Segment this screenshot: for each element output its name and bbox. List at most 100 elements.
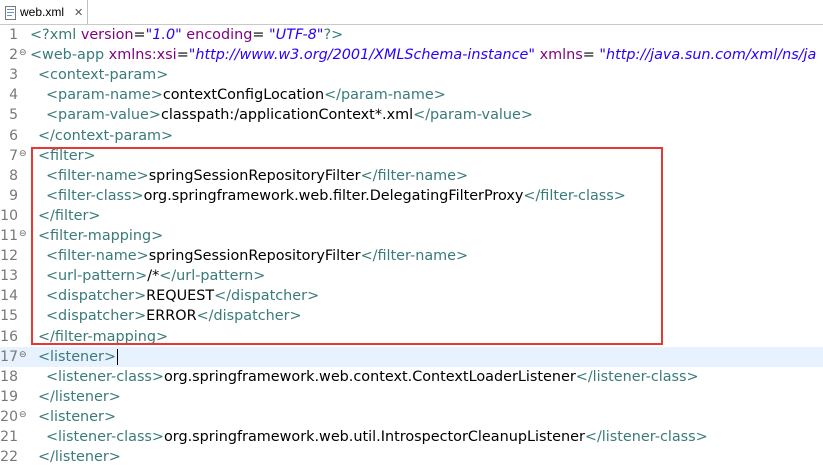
- code-line[interactable]: 5 <param-value>classpath:/applicationCont…: [0, 105, 823, 125]
- code-line[interactable]: 21 <listener-class>org.springframework.we…: [0, 427, 823, 447]
- xml-attribute-value: "http://www.w3.org/2001/XMLSchema-instan…: [188, 47, 540, 64]
- code-text: <filter-name>springSessionRepositoryFilt…: [46, 166, 468, 186]
- xml-attribute-value: "http://java.sun.com/xml/ns/ja: [594, 47, 817, 64]
- xml-attribute: encoding: [186, 27, 253, 43]
- line-number: 2: [9, 47, 18, 64]
- line-number: 16: [0, 328, 18, 345]
- xml-tag: <listener-class>: [46, 429, 164, 445]
- code-line[interactable]: 20 ⊖ <listener>: [0, 407, 823, 427]
- xml-tag: </param-value>: [413, 107, 533, 124]
- code-line[interactable]: 13 <url-pattern>/*</url-pattern>: [0, 266, 823, 286]
- xml-attribute: xmlns:xsi: [108, 47, 177, 64]
- xml-tag: <listener-class>: [46, 368, 164, 385]
- tab-label: web.xml: [20, 5, 65, 19]
- xml-text: REQUEST: [146, 288, 215, 305]
- xml-tag: </listener>: [38, 388, 121, 405]
- code-text: </listener>: [38, 387, 121, 407]
- line-number: 3: [9, 67, 18, 84]
- xml-tag: </listener>: [38, 449, 121, 466]
- code-text: </filter-mapping>: [38, 327, 168, 347]
- code-line[interactable]: 12 <filter-name>springSessionRepositoryFi…: [0, 246, 823, 266]
- line-number: 13: [0, 268, 18, 285]
- line-number: 15: [0, 308, 18, 325]
- xml-tag: <url-pattern>: [46, 268, 148, 285]
- fold-toggle-icon[interactable]: ⊖: [19, 229, 27, 239]
- code-line[interactable]: 10 </filter>: [0, 206, 823, 226]
- code-line[interactable]: 1 <?xml version="1.0" encoding= "UTF-8"?>: [0, 25, 823, 45]
- xml-tag: <param-name>: [46, 87, 163, 104]
- line-number: 9: [9, 187, 18, 204]
- xml-tag: <web-app: [30, 47, 109, 64]
- xml-tag: </filter>: [38, 207, 101, 224]
- code-line[interactable]: 3 <context-param>: [0, 65, 823, 85]
- xml-tag: <dispatcher>: [46, 288, 147, 305]
- code-text: <filter-class>org.springframework.web.fi…: [46, 186, 626, 206]
- xml-text: =: [582, 47, 595, 64]
- code-line[interactable]: 14 <dispatcher>REQUEST</dispatcher>: [0, 286, 823, 306]
- xml-tag: </url-pattern>: [159, 268, 266, 285]
- fold-toggle-icon[interactable]: ⊖: [19, 48, 27, 58]
- code-text: <url-pattern>/*</url-pattern>: [46, 266, 265, 286]
- line-number: 7: [9, 147, 18, 164]
- tab-web-xml[interactable]: web.xml ✕: [0, 0, 88, 24]
- xml-text: ERROR: [146, 308, 197, 325]
- code-line[interactable]: 22 </listener>: [0, 447, 823, 467]
- xml-tag: </dispatcher>: [214, 288, 320, 305]
- line-number: 1: [9, 27, 18, 43]
- code-text: <?xml version="1.0" encoding= "UTF-8"?>: [30, 25, 343, 45]
- code-line[interactable]: 16 </filter-mapping>: [0, 327, 823, 347]
- code-line[interactable]: 17 ⊖ <listener>: [0, 346, 823, 367]
- code-line[interactable]: 9 <filter-class>org.springframework.web.f…: [0, 186, 823, 206]
- xml-text: =: [176, 47, 189, 64]
- fold-toggle-icon[interactable]: ⊖: [19, 149, 27, 159]
- line-number: 5: [9, 107, 18, 124]
- xml-text: /*: [147, 268, 160, 285]
- xml-tag: <context-param>: [38, 67, 169, 84]
- text-caret: [117, 348, 118, 365]
- code-line[interactable]: 19 </listener>: [0, 387, 823, 407]
- code-line[interactable]: 7 ⊖ <filter>: [0, 146, 823, 166]
- code-line[interactable]: 18 <listener-class>org.springframework.we…: [0, 367, 823, 387]
- xml-tag: </dispatcher>: [196, 308, 302, 325]
- xml-text: classpath:/applicationContext*.xml: [160, 107, 414, 124]
- xml-tag: </filter-name>: [360, 167, 469, 184]
- code-line[interactable]: 11 ⊖ <filter-mapping>: [0, 226, 823, 246]
- line-number: 18: [0, 368, 18, 385]
- line-number: 10: [0, 207, 18, 224]
- close-icon[interactable]: ✕: [74, 6, 83, 19]
- line-number: 8: [9, 167, 18, 184]
- xml-attribute-value: "UTF-8": [269, 27, 324, 43]
- code-line[interactable]: 4 <param-name>contextConfigLocation</para…: [0, 85, 823, 105]
- xml-tag: </filter-name>: [360, 248, 469, 265]
- xml-tag: <dispatcher>: [46, 308, 147, 325]
- xml-tag: <filter-class>: [46, 187, 144, 204]
- xml-tag: <listener>: [38, 408, 116, 425]
- line-number: 6: [9, 127, 18, 144]
- xml-text: contextConfigLocation: [162, 87, 325, 104]
- fold-toggle-icon[interactable]: ⊖: [19, 410, 27, 420]
- code-text: </context-param>: [38, 126, 173, 146]
- xml-attribute: xmlns: [539, 47, 583, 64]
- code-line[interactable]: 2 ⊖ <web-app xmlns:xsi="http://www.w3.org/…: [0, 45, 823, 65]
- line-number: 12: [0, 248, 18, 265]
- fold-toggle-icon[interactable]: ⊖: [19, 350, 27, 360]
- xml-tag: </param-name>: [324, 87, 446, 104]
- code-editor[interactable]: 1 <?xml version="1.0" encoding= "UTF-8"?>…: [0, 25, 823, 468]
- code-text: <listener>: [38, 407, 116, 427]
- line-number: 4: [9, 87, 18, 104]
- line-number: 14: [0, 288, 18, 305]
- xml-text: springSessionRepositoryFilter: [148, 167, 361, 184]
- line-number: 11: [0, 228, 18, 244]
- code-line[interactable]: 8 <filter-name>springSessionRepositoryFil…: [0, 166, 823, 186]
- code-text: <dispatcher>ERROR</dispatcher>: [46, 306, 302, 326]
- code-text: <listener-class>org.springframework.web.…: [46, 367, 699, 387]
- code-line[interactable]: 15 <dispatcher>ERROR</dispatcher>: [0, 306, 823, 326]
- xml-tag: ?>: [323, 27, 344, 43]
- xml-text: org.springframework.web.context.ContextL…: [164, 368, 576, 385]
- code-text: </listener>: [38, 447, 121, 467]
- xml-attribute: version: [80, 27, 134, 43]
- xml-text: org.springframework.web.util.Introspecto…: [164, 429, 585, 445]
- code-line[interactable]: 6 </context-param>: [0, 126, 823, 146]
- xml-tag: <?xml: [30, 27, 81, 43]
- xml-file-icon: [4, 5, 18, 20]
